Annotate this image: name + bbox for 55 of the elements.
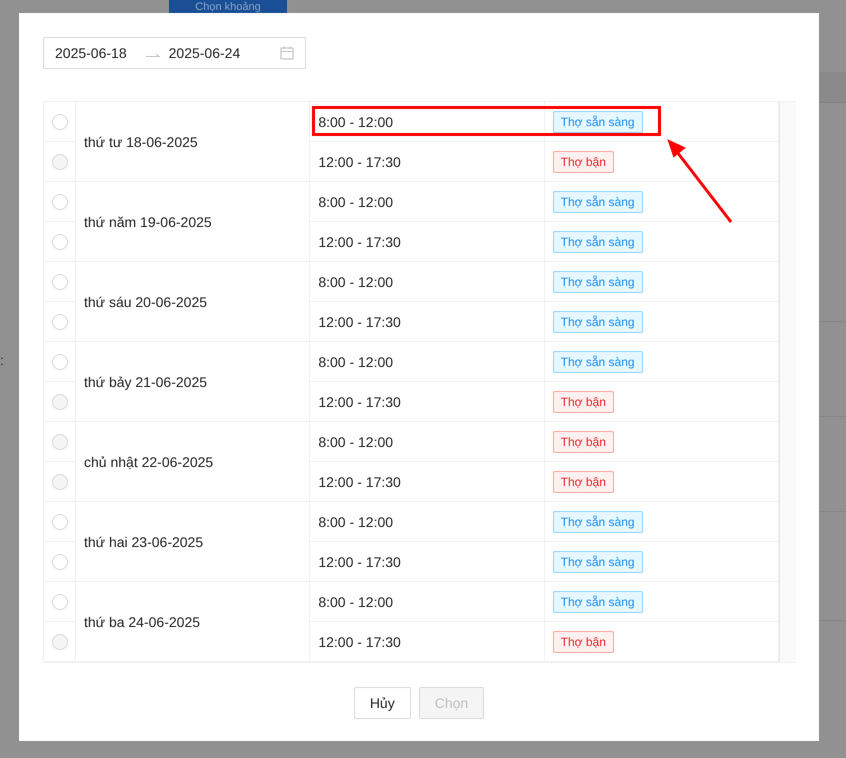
status-tag: Thợ bận [552,470,614,492]
time-cell: 8:00 - 12:00 [318,434,394,450]
slot-radio[interactable] [52,354,68,370]
date-cell: chủ nhật 22-06-2025 [84,454,214,470]
status-tag: Thợ sẵn sàng [552,310,643,332]
time-cell: 12:00 - 17:30 [318,154,401,170]
time-cell: 8:00 - 12:00 [318,274,394,290]
status-tag: Thợ bận [552,430,614,452]
time-cell: 12:00 - 17:30 [318,314,401,330]
slot-radio[interactable] [52,514,68,530]
status-tag: Thợ sẵn sàng [552,190,643,212]
status-tag: Thợ sẵn sàng [552,350,643,372]
date-cell: thứ bảy 21-06-2025 [84,374,208,390]
time-cell: 12:00 - 17:30 [318,234,401,250]
slot-radio[interactable] [52,634,68,650]
time-cell: 12:00 - 17:30 [318,394,401,410]
status-tag: Thợ sẵn sàng [552,510,643,532]
status-tag: Thợ sẵn sàng [552,270,643,292]
time-cell: 8:00 - 12:00 [318,354,394,370]
slot-radio[interactable] [52,434,68,450]
slot-radio[interactable] [52,194,68,210]
slot-radio[interactable] [52,154,68,170]
time-cell: 12:00 - 17:30 [318,634,401,650]
slot-radio[interactable] [52,234,68,250]
status-tag: Thợ sẵn sàng [552,110,643,132]
date-cell: thứ tư 18-06-2025 [84,134,198,150]
time-cell: 8:00 - 12:00 [318,594,394,610]
background-label: : [0,352,4,368]
date-cell: thứ ba 24-06-2025 [84,614,200,630]
status-tag: Thợ sẵn sàng [552,590,643,612]
status-tag: Thợ bận [552,630,614,652]
date-cell: thứ hai 23-06-2025 [84,534,204,550]
time-cell: 8:00 - 12:00 [318,514,394,530]
slot-radio[interactable] [52,394,68,410]
time-cell: 12:00 - 17:30 [318,554,401,570]
slot-radio[interactable] [52,114,68,130]
time-cell: 8:00 - 12:00 [318,114,394,130]
slot-radio[interactable] [52,554,68,570]
slot-radio[interactable] [52,594,68,610]
status-tag: Thợ bận [552,150,614,172]
status-tag: Thợ sẵn sàng [552,550,643,572]
time-cell: 8:00 - 12:00 [318,194,394,210]
status-tag: Thợ bận [552,390,614,412]
date-cell: thứ sáu 20-06-2025 [84,294,208,310]
calendar-icon [280,46,294,60]
time-cell: 12:00 - 17:30 [318,474,401,490]
slot-radio[interactable] [52,314,68,330]
status-tag: Thợ sẵn sàng [552,230,643,252]
slot-radio[interactable] [52,274,68,290]
start-date: 2025-06-18 [55,45,127,61]
date-range-picker[interactable]: 2025-06-18 2025-06-24 [43,37,306,69]
cancel-button[interactable]: Hủy [354,687,411,719]
end-date: 2025-06-24 [168,45,240,61]
slot-radio[interactable] [52,474,68,490]
date-cell: thứ năm 19-06-2025 [84,214,212,230]
